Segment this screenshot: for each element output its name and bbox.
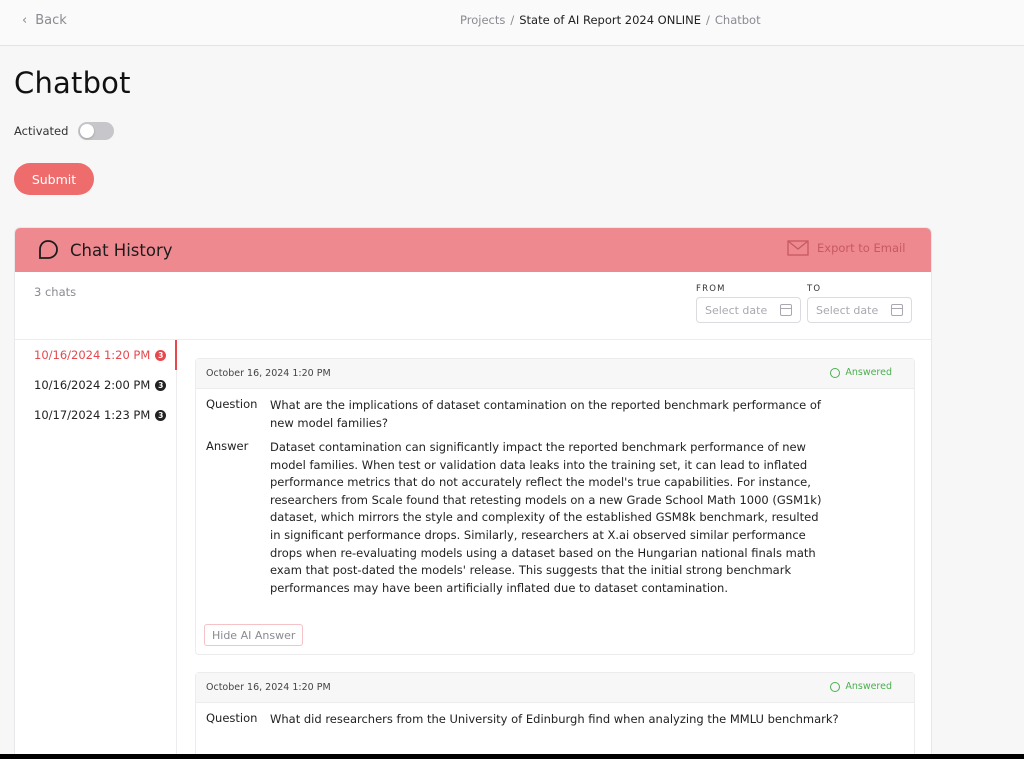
conversation-card: October 16, 2024 1:20 PM Answered Questi… — [195, 358, 915, 655]
chat-bubble-icon — [39, 240, 58, 259]
export-to-email-button[interactable]: Export to Email — [787, 240, 905, 256]
session-label: 10/16/2024 2:00 PM — [34, 378, 151, 392]
status-label: Answered — [845, 367, 892, 378]
hide-ai-answer-button[interactable]: Hide AI Answer — [204, 624, 304, 646]
activated-toggle[interactable] — [78, 122, 115, 140]
from-date-placeholder: Select date — [705, 303, 768, 317]
breadcrumb-projects[interactable]: Projects — [460, 13, 505, 27]
conversation-date: October 16, 2024 1:20 PM — [206, 368, 331, 379]
answer-text: Dataset contamination can significantly … — [270, 440, 822, 595]
back-label: Back — [35, 13, 67, 28]
answer-row: Answer Dataset contamination can signifi… — [206, 439, 830, 597]
status-label: Answered — [845, 681, 892, 692]
chat-history-header: Chat History Export to Email — [15, 228, 931, 272]
session-count-badge: 3 — [155, 379, 167, 391]
session-count-badge: 3 — [155, 349, 167, 361]
conversation-card: October 16, 2024 1:20 PM Answered Questi… — [195, 672, 915, 759]
status-badge: Answered — [830, 681, 892, 692]
export-label: Export to Email — [817, 241, 906, 255]
session-label: 10/17/2024 1:23 PM — [34, 408, 151, 422]
chat-history-title: Chat History — [70, 241, 173, 260]
conversation-date: October 16, 2024 1:20 PM — [206, 682, 331, 693]
session-count-badge: 3 — [155, 409, 167, 421]
breadcrumb-separator: / — [510, 13, 515, 27]
calendar-icon — [780, 304, 792, 316]
breadcrumb-current: Chatbot — [714, 13, 761, 27]
from-date-input[interactable]: Select date — [696, 297, 801, 323]
check-circle-icon — [830, 681, 841, 692]
submit-button[interactable]: Submit — [14, 163, 94, 195]
chat-history-card: Chat History Export to Email 3 chats FRO… — [14, 227, 932, 759]
breadcrumb-project[interactable]: State of AI Report 2024 ONLINE — [519, 13, 701, 27]
question-row: Question What are the implications of da… — [206, 397, 830, 432]
question-row: Question What did researchers from the U… — [206, 711, 870, 729]
to-date-input[interactable]: Select date — [807, 297, 912, 323]
session-item[interactable]: 10/16/2024 1:20 PM 3 — [34, 348, 167, 362]
answer-label: Answer — [206, 439, 249, 453]
session-item[interactable]: 10/16/2024 2:00 PM 3 — [34, 378, 167, 392]
session-label: 10/16/2024 1:20 PM — [34, 348, 151, 362]
breadcrumb-separator: / — [706, 13, 710, 27]
active-indicator — [175, 340, 177, 370]
status-badge: Answered — [830, 367, 892, 378]
to-date-group: TO Select date — [807, 284, 912, 323]
breadcrumb: Projects / State of AI Report 2024 ONLIN… — [460, 13, 761, 27]
from-date-group: FROM Select date — [696, 284, 801, 323]
chevron-left-icon: ‹ — [22, 13, 28, 28]
conversation-header: October 16, 2024 1:20 PM Answered — [196, 359, 914, 389]
session-list: 10/16/2024 1:20 PM 3 10/16/2024 2:00 PM … — [15, 340, 177, 759]
from-label: FROM — [696, 284, 726, 294]
question-text: What did researchers from the University… — [270, 712, 839, 726]
chat-count: 3 chats — [34, 285, 77, 299]
calendar-icon — [891, 304, 903, 316]
to-label: TO — [807, 284, 822, 294]
session-item[interactable]: 10/17/2024 1:23 PM 3 — [34, 408, 167, 422]
page-title: Chatbot — [14, 66, 131, 100]
toggle-knob — [80, 124, 95, 138]
to-date-placeholder: Select date — [816, 303, 879, 317]
window-bottom-edge — [0, 754, 1024, 759]
back-button[interactable]: ‹ Back — [22, 13, 67, 28]
check-circle-icon — [830, 367, 841, 378]
question-label: Question — [206, 397, 258, 411]
top-bar: ‹ Back Projects / State of AI Report 202… — [0, 0, 1024, 46]
mail-icon — [787, 240, 809, 256]
activated-row: Activated — [14, 122, 115, 140]
question-label: Question — [206, 711, 258, 725]
question-text: What are the implications of dataset con… — [270, 398, 821, 430]
conversation-header: October 16, 2024 1:20 PM Answered — [196, 673, 914, 703]
activated-label: Activated — [14, 124, 69, 138]
